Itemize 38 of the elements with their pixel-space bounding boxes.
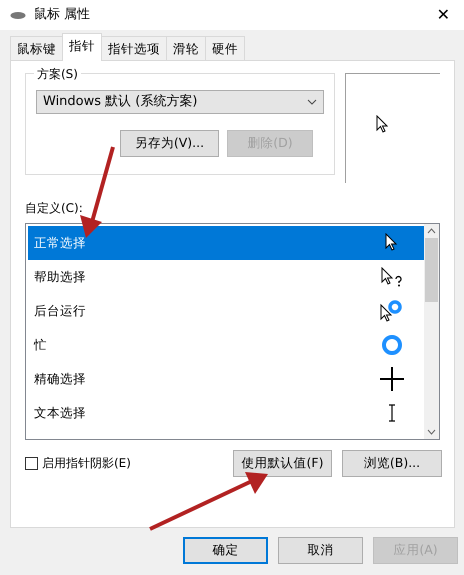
ring-icon <box>381 334 403 356</box>
checkbox[interactable] <box>25 456 38 470</box>
browse-button[interactable]: 浏览(B)... <box>342 450 442 477</box>
chevron-icon <box>306 99 317 105</box>
close-button[interactable]: ✕ <box>432 7 454 23</box>
busy-cursor-icon <box>380 299 404 323</box>
group-legend: 方案(S) <box>34 65 81 83</box>
save-as-button[interactable]: 另存为(V)... <box>120 130 219 157</box>
row-label: 忙 <box>34 336 48 354</box>
row-label: 后台运行 <box>34 302 87 320</box>
crosshair-icon <box>379 366 405 392</box>
mouse-icon <box>10 10 26 20</box>
tab[interactable]: 指针 <box>62 33 102 61</box>
row-label: 正常选择 <box>34 234 87 252</box>
cursor-row[interactable]: 帮助选择 <box>28 260 424 294</box>
scrollbar-thumb[interactable] <box>425 238 438 302</box>
window-title: 鼠标 属性 <box>34 6 90 24</box>
help-cursor-icon <box>381 267 403 287</box>
tab[interactable]: 硬件 <box>205 36 245 60</box>
cursor-list[interactable]: 正常选择 帮助选择 后台运行 忙 精确选择 文本选择 <box>25 223 440 440</box>
cancel-button[interactable]: 取消 <box>278 537 363 564</box>
ok-button[interactable]: 确定 <box>183 537 268 564</box>
cursor-row[interactable]: 精确选择 <box>28 362 424 396</box>
tab[interactable]: 鼠标键 <box>10 36 63 60</box>
row-label: 精确选择 <box>34 370 87 388</box>
list-label: 自定义(C): <box>25 200 84 217</box>
cursor-row[interactable]: 正常选择 <box>28 226 424 260</box>
arrow-cursor-icon <box>376 114 388 133</box>
text-cursor-icon <box>388 404 396 422</box>
scheme-dropdown[interactable]: Windows 默认 (系统方案) <box>36 90 324 114</box>
cursor-row[interactable]: 忙 <box>28 328 424 362</box>
checkbox-label: 启用指针阴影(E) <box>42 455 131 472</box>
cursor-row[interactable]: 文本选择 <box>28 396 424 430</box>
arrow-cursor-icon <box>385 233 399 253</box>
default-button[interactable]: 使用默认值(F) <box>233 450 332 477</box>
row-label: 帮助选择 <box>34 268 87 286</box>
row-label: 文本选择 <box>34 404 87 422</box>
cursor-row[interactable]: 后台运行 <box>28 294 424 328</box>
